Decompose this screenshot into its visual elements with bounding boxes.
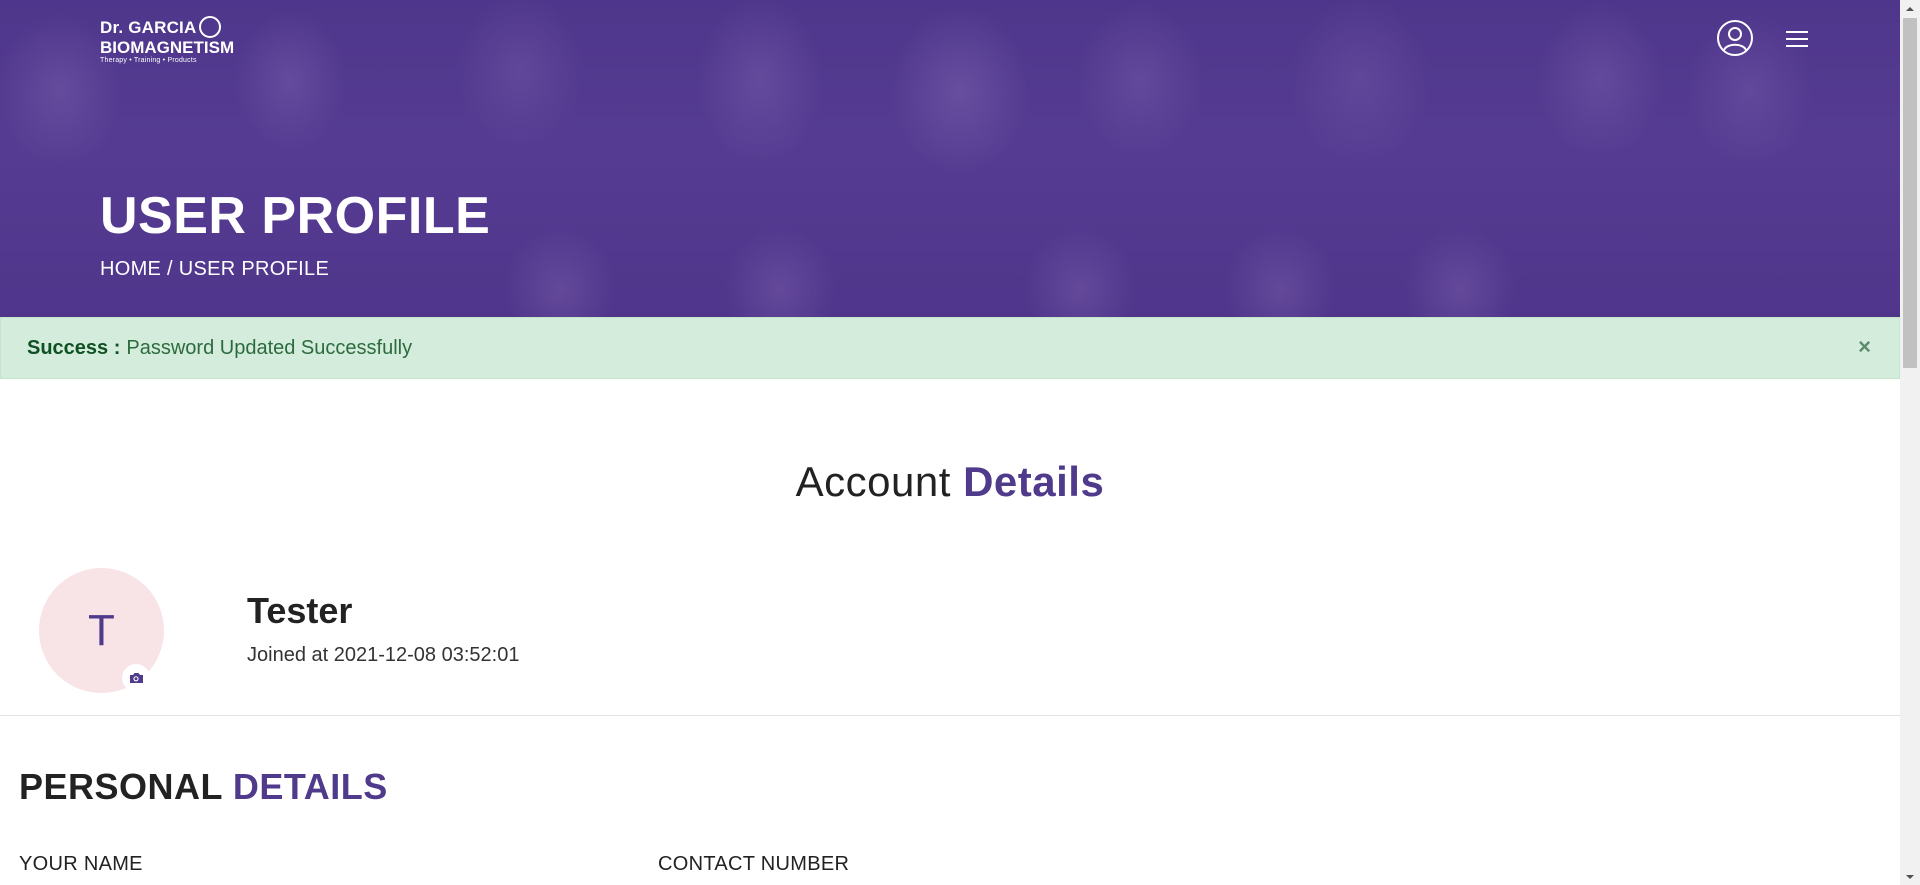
section-divider [0, 715, 1900, 716]
personal-details-heading: PERSONAL DETAILS [19, 766, 388, 807]
hero-banner: Dr. GARCIA BIOMAGNETISM Therapy • Traini… [0, 0, 1900, 317]
logo-tagline: Therapy • Training • Products [100, 57, 197, 64]
scrollbar-thumb[interactable] [1903, 18, 1917, 368]
user-account-icon[interactable] [1716, 19, 1754, 57]
breadcrumb-separator: / [161, 258, 179, 280]
contact-number-label: CONTACT NUMBER [658, 853, 850, 875]
alert-message: Password Updated Successfully [126, 336, 413, 359]
close-icon[interactable]: × [1858, 336, 1871, 358]
alert-label: Success : [27, 336, 121, 359]
vertical-scrollbar[interactable] [1900, 0, 1920, 885]
breadcrumb: HOME / USER PROFILE [100, 258, 329, 281]
camera-icon [125, 667, 147, 689]
your-name-label: YOUR NAME [19, 853, 143, 875]
brand-logo[interactable]: Dr. GARCIA BIOMAGNETISM Therapy • Traini… [100, 16, 234, 64]
account-details-heading: Account Details [795, 458, 1105, 505]
avatar-initial: T [88, 605, 115, 655]
page: Dr. GARCIA BIOMAGNETISM Therapy • Traini… [0, 0, 1920, 885]
user-name: Tester [247, 590, 353, 631]
scroll-down-arrow-icon[interactable] [1900, 868, 1920, 885]
breadcrumb-home-link[interactable]: HOME [100, 258, 161, 280]
logo-line1: Dr. GARCIA [100, 16, 234, 38]
logo-swirl-icon [199, 16, 222, 38]
success-alert: Success : Password Updated Successfully … [0, 317, 1900, 379]
logo-line2: BIOMAGNETISM [100, 38, 235, 57]
change-photo-button[interactable] [122, 664, 150, 692]
breadcrumb-current: USER PROFILE [178, 258, 330, 280]
joined-date: Joined at 2021-12-08 03:52:01 [247, 644, 520, 666]
scroll-up-arrow-icon[interactable] [1900, 0, 1920, 17]
hamburger-menu-icon[interactable] [1784, 28, 1810, 50]
page-title: USER PROFILE [100, 187, 491, 245]
